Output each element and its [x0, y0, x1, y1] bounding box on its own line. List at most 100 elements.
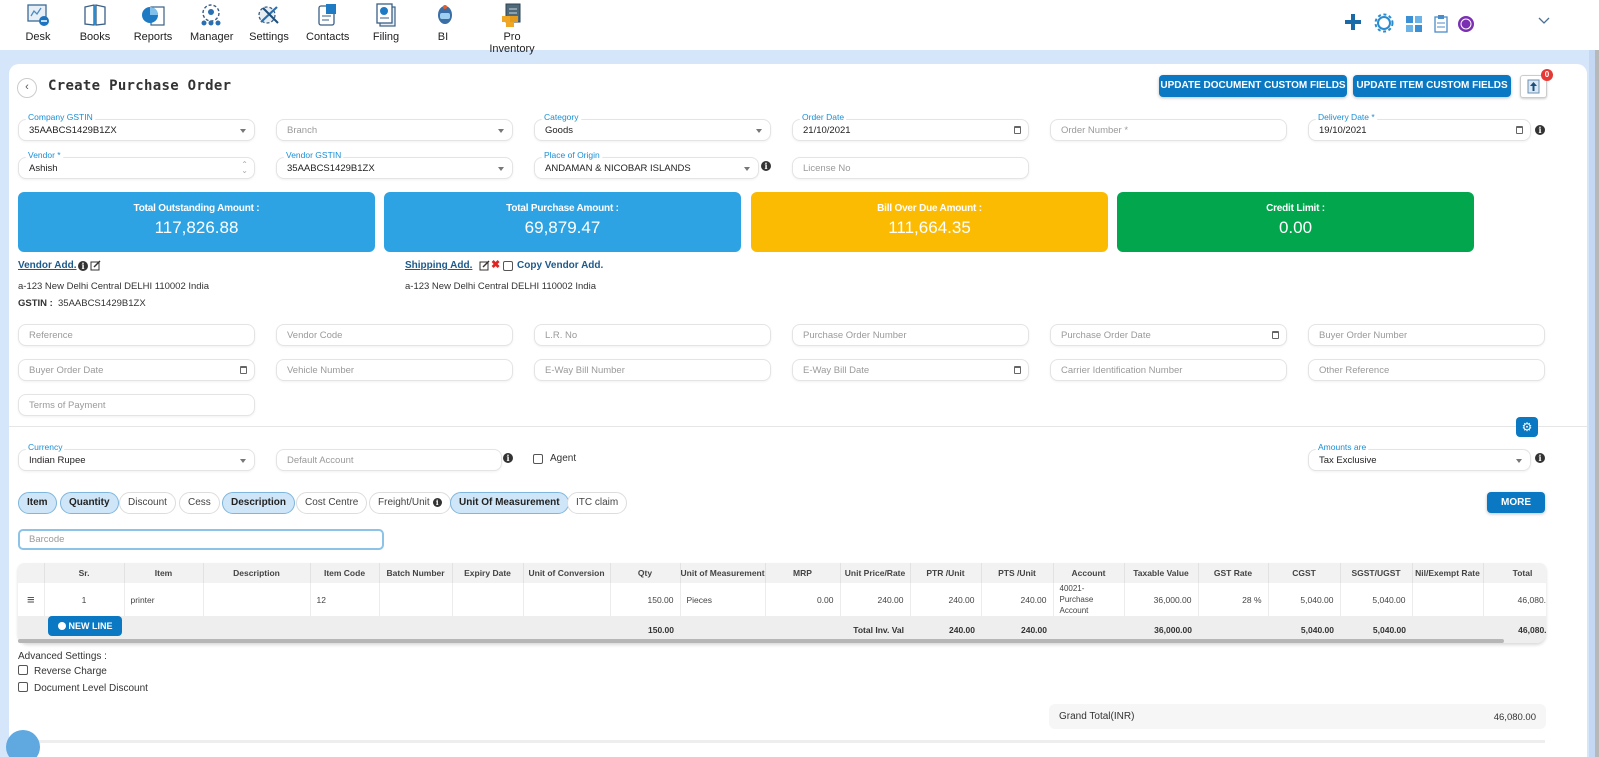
extra-field-input[interactable]: Purchase Order Date: [1050, 324, 1287, 346]
column-header: GST Rate: [1198, 563, 1269, 583]
vendor-address-info-icon[interactable]: i: [78, 261, 88, 271]
extra-field-input[interactable]: Buyer Order Date: [18, 359, 255, 381]
calendar-icon[interactable]: [240, 366, 247, 374]
column-toggle-item[interactable]: Item: [18, 492, 57, 514]
extra-field-input[interactable]: L.R. No: [534, 324, 771, 346]
nav-books[interactable]: Books: [78, 2, 112, 43]
drag-handle-icon[interactable]: ≡: [18, 583, 45, 616]
column-toggle-quantity[interactable]: Quantity: [60, 492, 119, 514]
manager-icon: [198, 2, 224, 28]
currency-select[interactable]: Currency Indian Rupee: [18, 442, 255, 471]
clipboard-button[interactable]: [1433, 14, 1449, 37]
extra-field-input[interactable]: Vehicle Number: [276, 359, 513, 381]
nav-settings[interactable]: Settings: [249, 2, 289, 43]
amounts-are-select[interactable]: Amounts are Tax Exclusive: [1308, 442, 1531, 471]
vendor-address-link[interactable]: Vendor Add.: [18, 260, 77, 271]
extra-field-input[interactable]: Reference: [18, 324, 255, 346]
copy-vendor-address-checkbox[interactable]: [503, 261, 513, 271]
field-label: Category: [541, 112, 582, 122]
page-scrollbar[interactable]: [1595, 50, 1599, 757]
extra-field-input[interactable]: Other Reference: [1308, 359, 1545, 381]
field-placeholder: Purchase Order Date: [1061, 330, 1151, 341]
calendar-icon[interactable]: [1272, 331, 1279, 339]
delivery-date-input[interactable]: Delivery Date * 19/10/2021: [1308, 112, 1531, 141]
amounts-are-info-icon[interactable]: i: [1535, 453, 1545, 463]
extra-field-input[interactable]: Buyer Order Number: [1308, 324, 1545, 346]
barcode-input[interactable]: Barcode: [18, 529, 384, 550]
stat-value: 111,664.35: [888, 218, 971, 237]
table-horizontal-scrollbar[interactable]: [18, 639, 1504, 643]
pill-label: Description: [231, 497, 287, 508]
place-of-origin-info-icon[interactable]: i: [761, 161, 771, 171]
nav-label: Settings: [249, 31, 289, 43]
extra-field-input[interactable]: Carrier Identification Number: [1050, 359, 1287, 381]
update-document-custom-fields-button[interactable]: UPDATE DOCUMENT CUSTOM FIELDS: [1159, 75, 1347, 97]
nav-pro-inventory[interactable]: Pro Inventory: [480, 2, 544, 55]
extra-field-input[interactable]: Terms of Payment: [18, 394, 255, 416]
floating-action-button[interactable]: [6, 730, 40, 757]
remove-icon[interactable]: ✖: [491, 258, 500, 271]
vendor-select[interactable]: Vendor * Ashish ⌃ ⌄: [18, 150, 255, 179]
new-line-button[interactable]: NEW LINE: [48, 616, 122, 636]
column-header: Account: [1053, 563, 1125, 583]
column-toggle-discount[interactable]: Discount: [119, 492, 176, 514]
column-toggle-cost-centre[interactable]: Cost Centre: [296, 492, 368, 514]
settings-button[interactable]: [1373, 12, 1395, 37]
reverse-charge-checkbox[interactable]: [18, 665, 28, 675]
delivery-date-info-icon[interactable]: i: [1535, 125, 1545, 135]
table-cell: [203, 583, 311, 616]
calendar-icon[interactable]: [1014, 366, 1021, 374]
table-cell: 240.00: [910, 583, 982, 616]
nav-bi[interactable]: BI: [432, 2, 454, 43]
category-select[interactable]: Category Goods: [534, 112, 771, 141]
extra-field-input[interactable]: Purchase Order Number: [792, 324, 1029, 346]
gst-button[interactable]: [1457, 15, 1475, 36]
order-date-input[interactable]: Order Date 21/10/2021: [792, 112, 1029, 141]
column-header: Taxable Value: [1124, 563, 1199, 583]
license-no-input[interactable]: License No: [792, 157, 1029, 179]
field-label: Amounts are: [1315, 442, 1370, 452]
company-gstin-select[interactable]: Company GSTIN 35AABCS1429B1ZX: [18, 112, 255, 141]
default-account-input[interactable]: Default Account: [276, 449, 502, 471]
field-placeholder: Carrier Identification Number: [1061, 365, 1183, 376]
column-toggle-freight-unit[interactable]: Freight/Unit i: [369, 492, 451, 514]
place-of-origin-select[interactable]: Place of Origin ANDAMAN & NICOBAR ISLAND…: [534, 150, 759, 179]
reverse-charge-option[interactable]: Reverse Charge: [18, 665, 107, 677]
column-toggle-unit-of-measurement[interactable]: Unit Of Measurement: [450, 492, 569, 514]
field-placeholder: Other Reference: [1319, 365, 1390, 376]
column-toggle-description[interactable]: Description: [222, 492, 296, 514]
add-button[interactable]: [1343, 12, 1363, 35]
nav-manager[interactable]: Manager: [190, 2, 233, 43]
default-account-info-icon[interactable]: i: [503, 453, 513, 463]
update-item-custom-fields-button[interactable]: UPDATE ITEM CUSTOM FIELDS: [1353, 75, 1511, 97]
column-header: Qty: [610, 563, 681, 583]
column-toggle-cess[interactable]: Cess: [179, 492, 220, 514]
document-level-discount-checkbox[interactable]: [18, 682, 28, 692]
extra-field-input[interactable]: Vendor Code: [276, 324, 513, 346]
expand-button[interactable]: [1538, 16, 1550, 29]
section-settings-button[interactable]: ⚙: [1516, 417, 1538, 437]
nav-filing[interactable]: Filing: [371, 2, 401, 43]
calendar-icon[interactable]: [1014, 126, 1021, 134]
nav-contacts[interactable]: Contacts: [306, 2, 349, 43]
edit-icon[interactable]: [479, 260, 490, 271]
nav-desk[interactable]: Desk: [22, 2, 54, 43]
shipping-address-link[interactable]: Shipping Add.: [405, 260, 472, 271]
column-toggle-itc-claim[interactable]: ITC claim: [567, 492, 628, 514]
edit-icon[interactable]: [90, 260, 101, 271]
back-button[interactable]: ‹: [17, 78, 37, 98]
more-button[interactable]: MORE: [1487, 492, 1545, 513]
order-number-input[interactable]: Order Number *: [1050, 119, 1287, 141]
info-icon[interactable]: i: [432, 498, 442, 507]
extra-field-input[interactable]: E-Way Bill Date: [792, 359, 1029, 381]
document-level-discount-option[interactable]: Document Level Discount: [18, 682, 148, 694]
agent-checkbox[interactable]: [533, 454, 543, 464]
calculator-button[interactable]: [1405, 15, 1423, 36]
vendor-gstin-select[interactable]: Vendor GSTIN 35AABCS1429B1ZX: [276, 150, 513, 179]
table-row[interactable]: ≡ 1 printer 12 150.00 Pieces 0.00 240.00 240.00 2…: [18, 583, 1546, 616]
extra-field-input[interactable]: E-Way Bill Number: [534, 359, 771, 381]
calendar-icon[interactable]: [1516, 126, 1523, 134]
items-table: Sr. Item Description Item Code Batch Number E…: [18, 563, 1546, 643]
nav-reports[interactable]: Reports: [133, 2, 173, 43]
branch-select[interactable]: Branch: [276, 119, 513, 141]
